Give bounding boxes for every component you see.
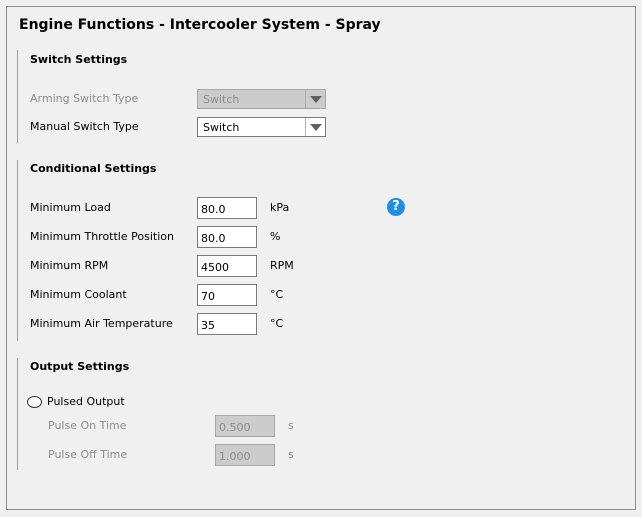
- minimum-coolant-value: 70: [201, 290, 215, 303]
- chevron-down-icon: [305, 118, 325, 136]
- minimum-throttle-position-unit: %: [270, 230, 281, 243]
- minimum-coolant-label: Minimum Coolant: [30, 288, 127, 301]
- arming-switch-type-label: Arming Switch Type: [30, 92, 139, 105]
- pulse-on-time-unit: s: [288, 419, 294, 432]
- minimum-throttle-position-label: Minimum Throttle Position: [30, 230, 174, 243]
- minimum-air-temperature-value: 35: [201, 319, 215, 332]
- arming-switch-type-value: Switch: [203, 93, 240, 106]
- minimum-air-temperature-input[interactable]: 35: [197, 313, 257, 335]
- pulsed-output-label[interactable]: Pulsed Output: [47, 395, 125, 408]
- settings-panel: [6, 6, 636, 510]
- minimum-rpm-label: Minimum RPM: [30, 259, 109, 272]
- minimum-rpm-value: 4500: [201, 261, 229, 274]
- chevron-down-icon: [305, 90, 325, 108]
- section-divider: [17, 160, 18, 341]
- minimum-load-unit: kPa: [270, 201, 290, 214]
- section-divider: [17, 50, 18, 143]
- arming-switch-type-select[interactable]: Switch: [197, 89, 326, 109]
- minimum-coolant-unit: °C: [270, 288, 284, 301]
- minimum-rpm-input[interactable]: 4500: [197, 255, 257, 277]
- pulse-on-time-value: 0.500: [219, 421, 251, 434]
- switch-settings-heading: Switch Settings: [30, 53, 128, 66]
- section-divider: [17, 358, 18, 470]
- pulse-off-time-input[interactable]: 1.000: [215, 444, 275, 466]
- pulse-on-time-label: Pulse On Time: [48, 419, 127, 432]
- minimum-throttle-position-value: 80.0: [201, 232, 226, 245]
- conditional-settings-heading: Conditional Settings: [30, 162, 157, 175]
- pulse-off-time-unit: s: [288, 448, 294, 461]
- pulse-off-time-value: 1.000: [219, 450, 251, 463]
- pulse-off-time-label: Pulse Off Time: [48, 448, 128, 461]
- output-settings-heading: Output Settings: [30, 360, 130, 373]
- minimum-air-temperature-label: Minimum Air Temperature: [30, 317, 173, 330]
- minimum-throttle-position-input[interactable]: 80.0: [197, 226, 257, 248]
- manual-switch-type-select[interactable]: Switch: [197, 117, 326, 137]
- manual-switch-type-label: Manual Switch Type: [30, 120, 139, 133]
- minimum-load-input[interactable]: 80.0: [197, 197, 257, 219]
- help-icon[interactable]: ?: [387, 198, 405, 216]
- minimum-load-label: Minimum Load: [30, 201, 111, 214]
- minimum-load-value: 80.0: [201, 203, 226, 216]
- minimum-air-temperature-unit: °C: [270, 317, 284, 330]
- manual-switch-type-value: Switch: [203, 121, 240, 134]
- minimum-coolant-input[interactable]: 70: [197, 284, 257, 306]
- minimum-rpm-unit: RPM: [270, 259, 294, 272]
- pulse-on-time-input[interactable]: 0.500: [215, 415, 275, 437]
- pulsed-output-radio[interactable]: [27, 396, 42, 408]
- page-title: Engine Functions - Intercooler System - …: [19, 17, 381, 33]
